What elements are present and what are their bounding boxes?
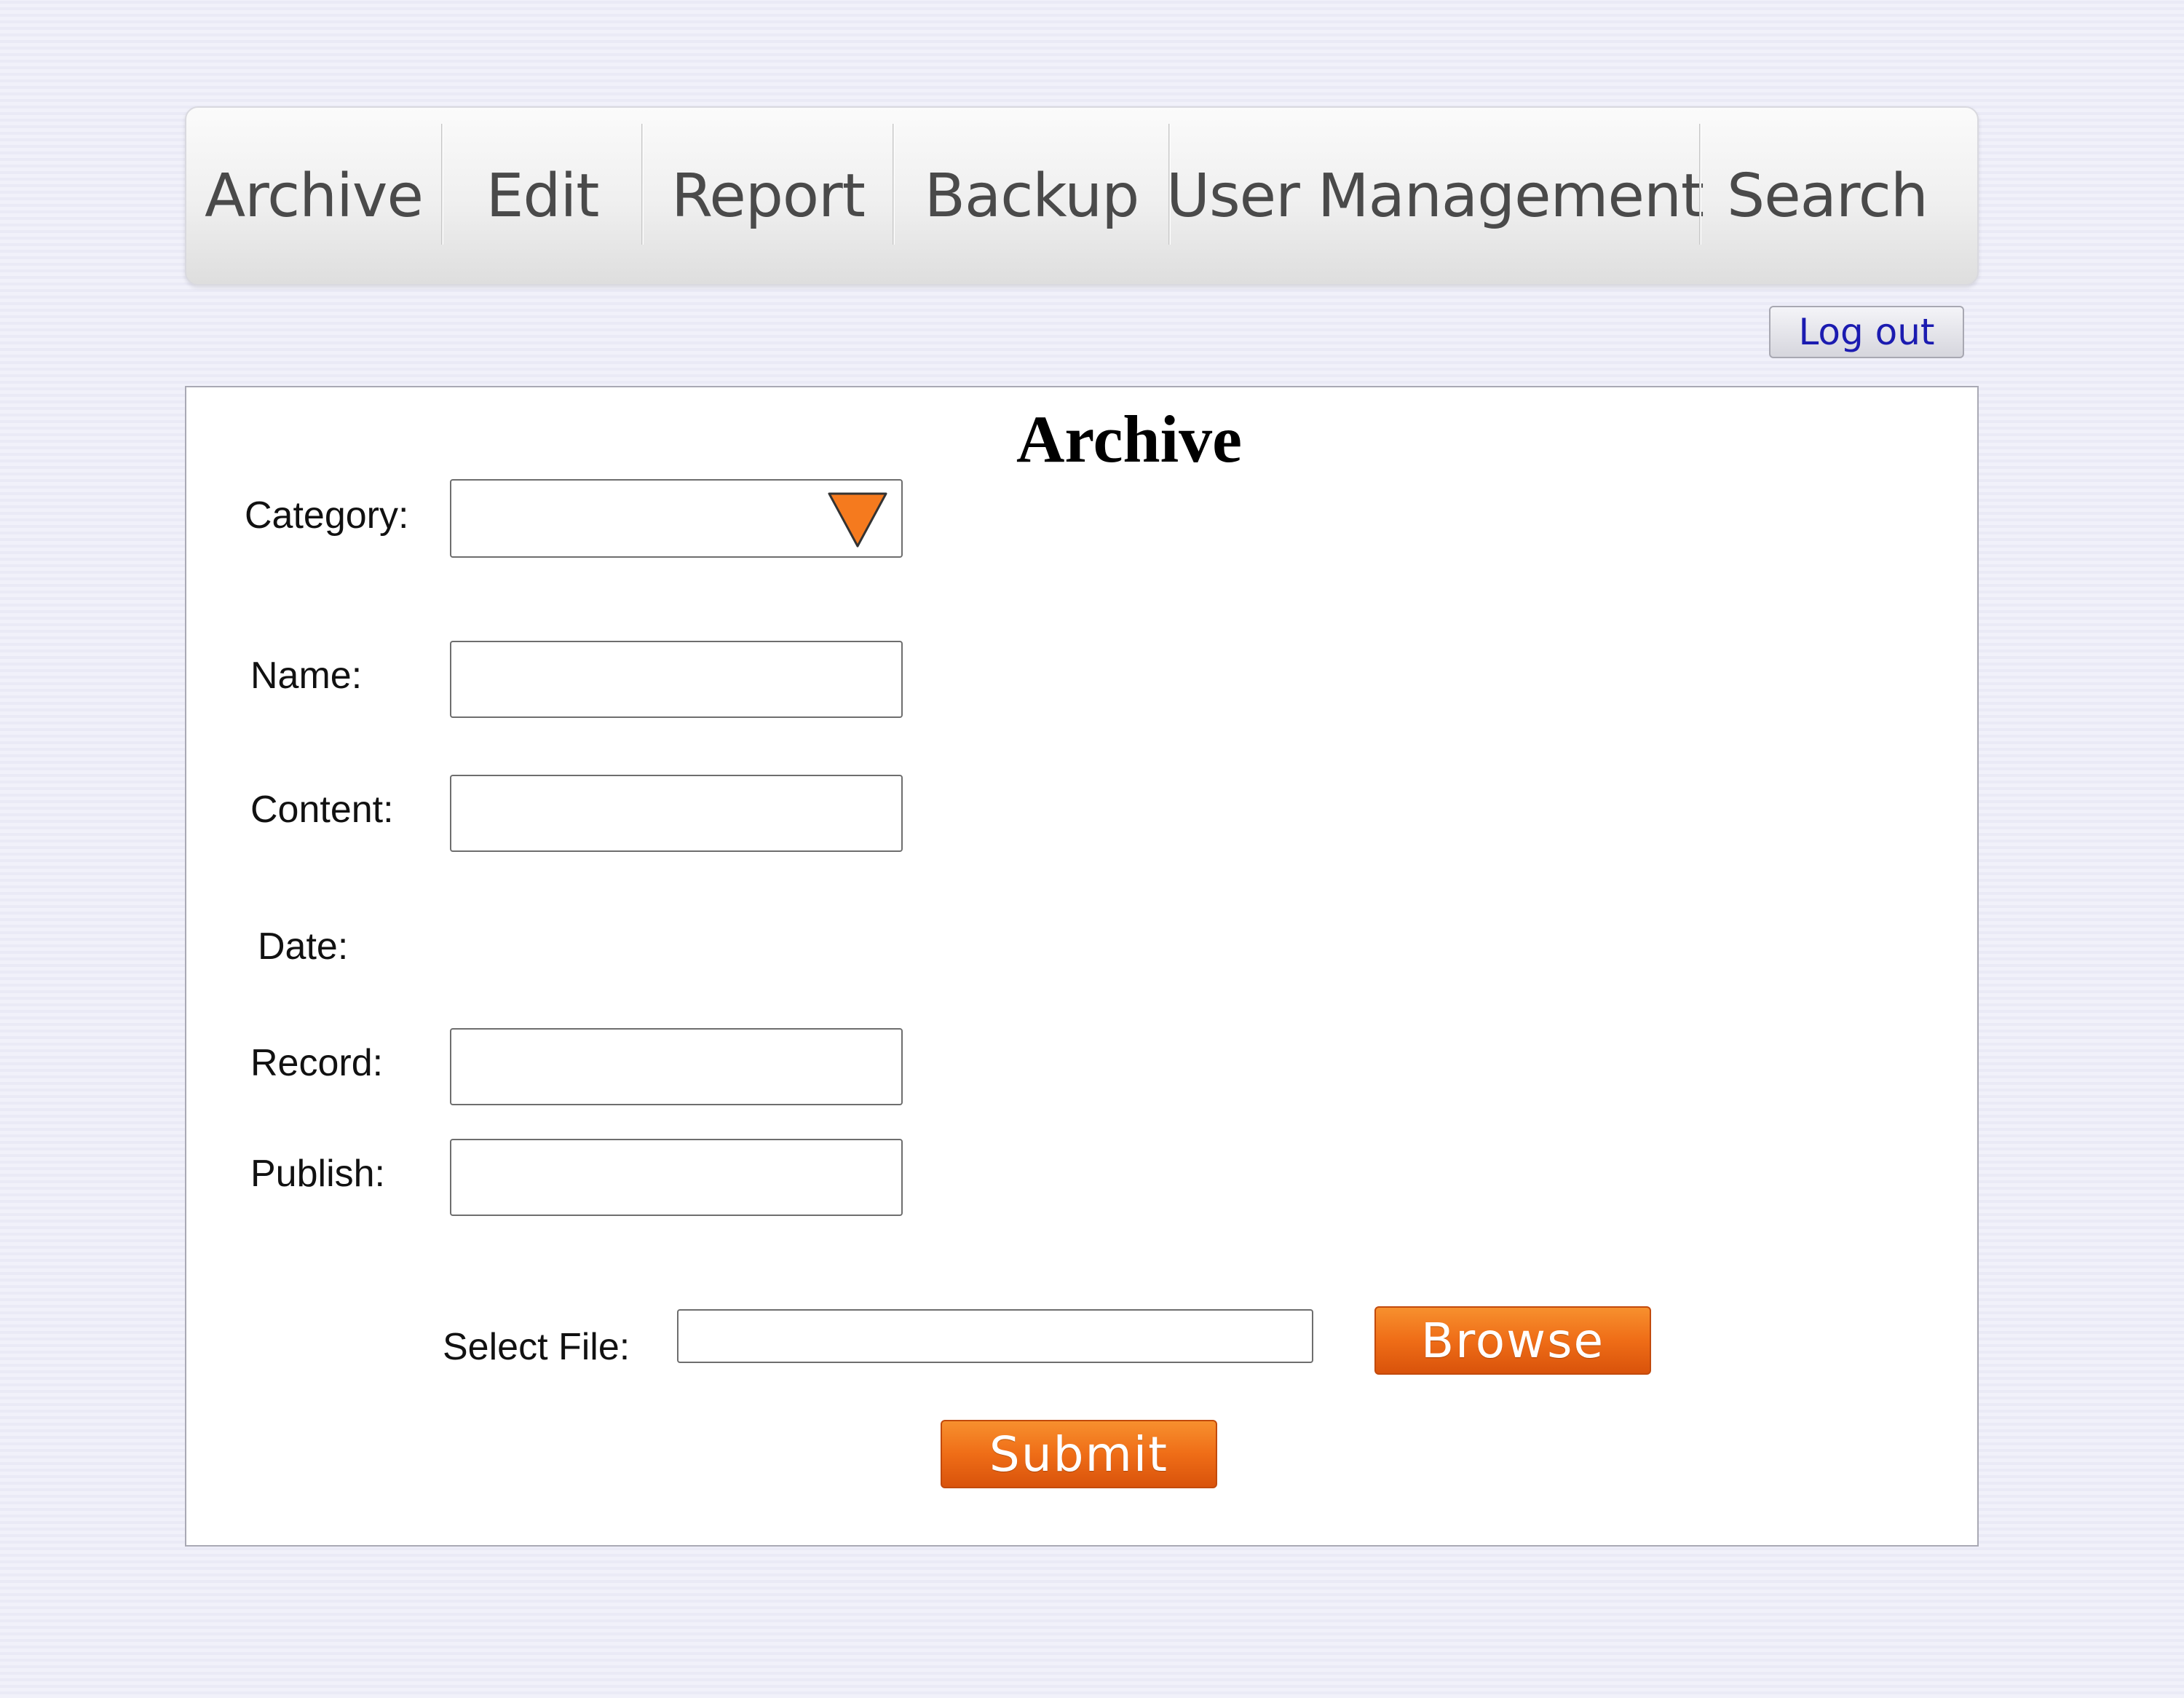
logout-button[interactable]: Log out	[1769, 306, 1964, 358]
date-label: Date:	[258, 925, 349, 968]
page-title: Archive	[1016, 402, 1242, 476]
record-input[interactable]	[450, 1028, 903, 1105]
browse-button[interactable]: Browse	[1374, 1306, 1651, 1375]
nav-item-report[interactable]: Report	[644, 108, 893, 284]
category-label: Category:	[245, 494, 409, 537]
content-input[interactable]	[450, 775, 903, 852]
triangle-down-icon[interactable]	[827, 491, 888, 549]
nav-item-user-management[interactable]: User Management	[1166, 108, 1704, 284]
record-label: Record:	[250, 1042, 384, 1084]
submit-button[interactable]: Submit	[941, 1420, 1217, 1488]
category-dropdown[interactable]	[450, 479, 903, 558]
publish-label: Publish:	[250, 1153, 385, 1195]
main-nav: Archive Edit Report Backup User Manageme…	[185, 106, 1979, 285]
archive-form-panel: Archive Category: Name: Content: Date: R…	[185, 386, 1979, 1547]
select-file-input[interactable]	[677, 1309, 1313, 1363]
nav-item-search[interactable]: Search	[1701, 108, 1953, 284]
name-label: Name:	[250, 655, 363, 697]
content-label: Content:	[250, 789, 394, 831]
select-file-label: Select File:	[443, 1326, 630, 1368]
publish-input[interactable]	[450, 1139, 903, 1216]
nav-item-archive[interactable]: Archive	[186, 108, 441, 284]
nav-item-edit[interactable]: Edit	[443, 108, 641, 284]
nav-item-backup[interactable]: Backup	[895, 108, 1168, 284]
name-input[interactable]	[450, 641, 903, 718]
